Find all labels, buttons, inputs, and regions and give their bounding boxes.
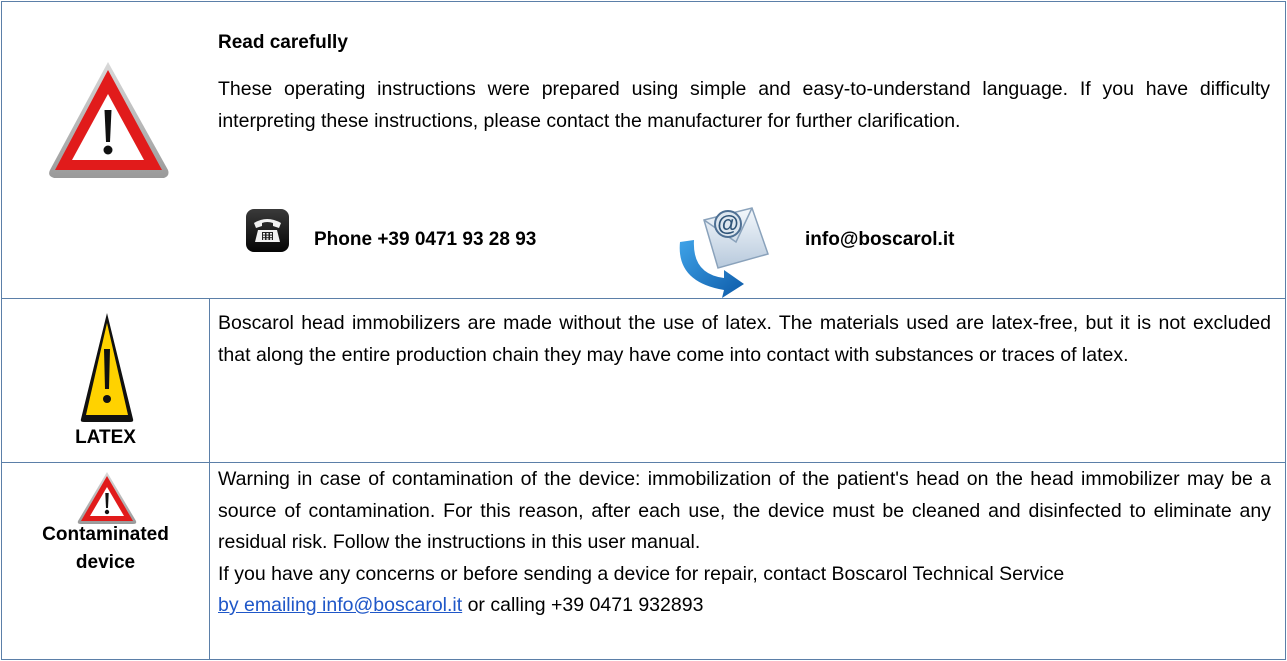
telephone-icon [246, 209, 289, 252]
svg-text:@: @ [717, 211, 738, 236]
read-carefully-text: These operating instructions were prepar… [218, 78, 1270, 132]
contaminated-device-row: Contaminated device Warning in case of c… [2, 463, 1285, 659]
calling-text: or calling +39 0471 932893 [462, 594, 704, 616]
contaminated-text: Warning in case of contamination of the … [218, 464, 1271, 622]
email-link[interactable]: by emailing info@boscarol.it [218, 594, 462, 616]
contamination-concerns-text: If you have any concerns or before sendi… [218, 559, 1271, 622]
latex-text: Boscarol head immobilizers are made with… [218, 312, 1271, 366]
warnings-page: Read carefully These operating instructi… [0, 0, 1287, 661]
warnings-table: Read carefully These operating instructi… [1, 1, 1286, 660]
read-carefully-title: Read carefully [218, 32, 348, 53]
email-envelope-icon: @ [679, 207, 769, 298]
contamination-warning-text: Warning in case of contamination of the … [218, 468, 1271, 553]
concerns-text: If you have any concerns or before sendi… [218, 562, 1065, 585]
warning-triangle-icon [49, 62, 169, 178]
contamination-warning-icon [77, 472, 137, 524]
read-carefully-row: Read carefully These operating instructi… [2, 2, 1285, 299]
contaminated-device-label: Contaminated device [2, 521, 209, 577]
column-divider [209, 299, 210, 462]
latex-row: LATEX Boscarol head immobilizers are mad… [2, 299, 1285, 463]
phone-number: Phone +39 0471 93 28 93 [314, 229, 537, 250]
email-address: info@boscarol.it [805, 229, 955, 250]
latex-label: LATEX [75, 427, 136, 448]
contaminated-label-line1: Contaminated [42, 524, 169, 545]
latex-warning-icon [80, 313, 134, 422]
contaminated-label-line2: device [75, 552, 136, 573]
column-divider [209, 463, 210, 659]
